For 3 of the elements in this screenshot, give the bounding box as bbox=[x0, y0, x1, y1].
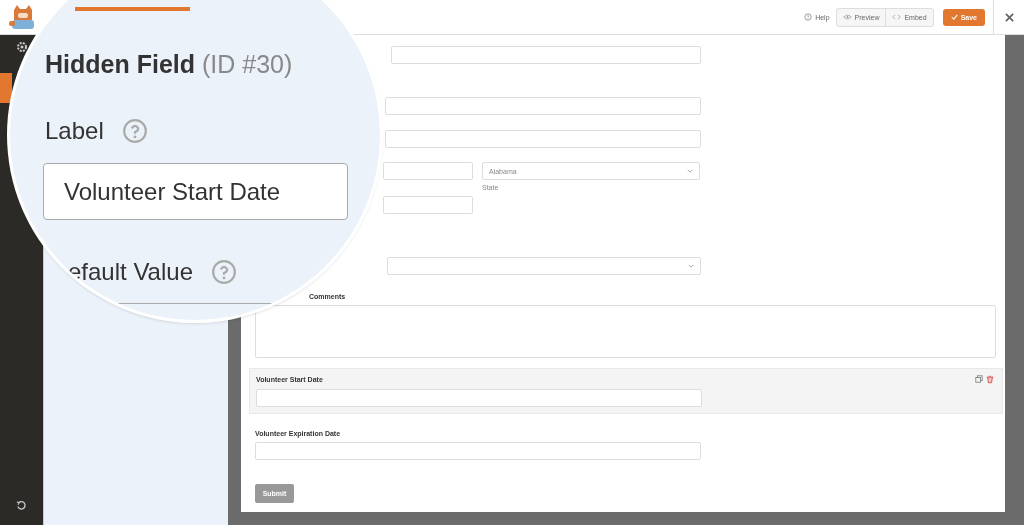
label-caption: Label bbox=[45, 117, 104, 145]
label-input[interactable]: Volunteer Start Date bbox=[43, 163, 348, 220]
field-title: Hidden Field (ID #30) bbox=[45, 50, 293, 79]
